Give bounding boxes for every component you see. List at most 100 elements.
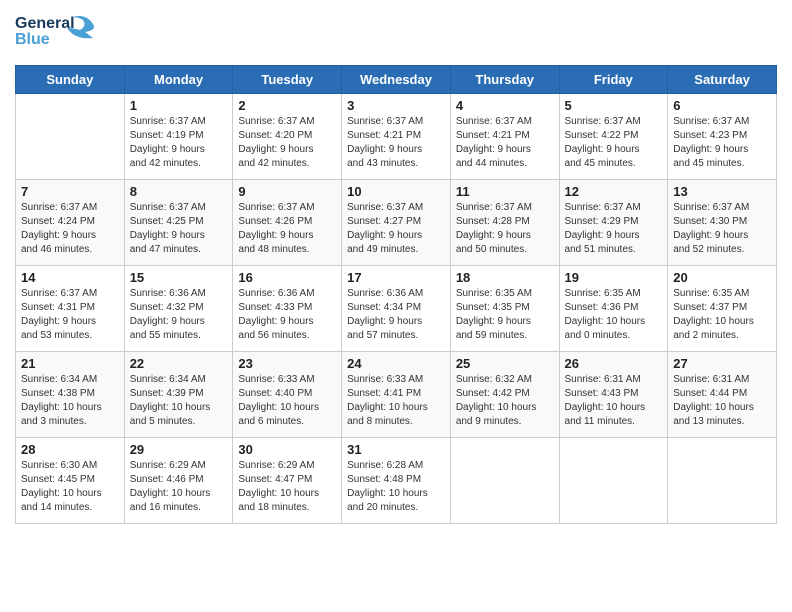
calendar-cell: 17 Sunrise: 6:36 AMSunset: 4:34 PMDayligh… (342, 266, 451, 352)
calendar-cell: 22 Sunrise: 6:34 AMSunset: 4:39 PMDayligh… (124, 352, 233, 438)
day-number: 11 (456, 184, 554, 199)
day-info: Sunrise: 6:35 AMSunset: 4:37 PMDaylight:… (673, 287, 771, 343)
calendar-cell: 16Sunrise: 6:36 AMSunset: 4:33 PMDayligh… (233, 266, 342, 352)
day-number: 17 (347, 270, 445, 285)
calendar-cell: 14Sunrise: 6:37 AMSunset: 4:31 PMDayligh… (16, 266, 125, 352)
calendar-header-saturday: Saturday (668, 66, 777, 94)
day-info: Sunrise: 6:37 AMSunset: 4:30 PMDaylight:… (673, 201, 771, 257)
day-number: 27 (673, 356, 771, 371)
calendar-header-friday: Friday (559, 66, 668, 94)
calendar-cell (668, 438, 777, 524)
calendar-week-3: 21 Sunrise: 6:34 AMSunset: 4:38 PMDayligh… (16, 352, 777, 438)
calendar-cell (450, 438, 559, 524)
day-info: Sunrise: 6:36 AMSunset: 4:34 PMDaylight:… (347, 287, 445, 343)
day-number: 7 (21, 184, 119, 199)
day-number: 26 (565, 356, 663, 371)
day-number: 10 (347, 184, 445, 199)
calendar-week-1: 7 Sunrise: 6:37 AMSunset: 4:24 PMDaylight… (16, 180, 777, 266)
svg-text:General: General (15, 15, 75, 32)
day-number: 15 (130, 270, 228, 285)
calendar-cell: 25Sunrise: 6:32 AMSunset: 4:42 PMDayligh… (450, 352, 559, 438)
day-number: 28 (21, 442, 119, 457)
calendar-header-monday: Monday (124, 66, 233, 94)
day-number: 5 (565, 98, 663, 113)
calendar-week-4: 28 Sunrise: 6:30 AMSunset: 4:45 PMDayligh… (16, 438, 777, 524)
calendar-cell: 6Sunrise: 6:37 AMSunset: 4:23 PMDaylight… (668, 94, 777, 180)
calendar-cell: 5 Sunrise: 6:37 AMSunset: 4:22 PMDaylight… (559, 94, 668, 180)
day-number: 12 (565, 184, 663, 199)
day-number: 2 (238, 98, 336, 113)
calendar-cell: 29Sunrise: 6:29 AMSunset: 4:46 PMDayligh… (124, 438, 233, 524)
day-info: Sunrise: 6:28 AMSunset: 4:48 PMDaylight:… (347, 459, 445, 515)
day-number: 3 (347, 98, 445, 113)
calendar-week-2: 14Sunrise: 6:37 AMSunset: 4:31 PMDayligh… (16, 266, 777, 352)
day-info: Sunrise: 6:35 AMSunset: 4:35 PMDaylight:… (456, 287, 554, 343)
day-info: Sunrise: 6:36 AMSunset: 4:33 PMDaylight:… (238, 287, 336, 343)
day-info: Sunrise: 6:33 AMSunset: 4:40 PMDaylight:… (238, 373, 336, 429)
calendar-header-wednesday: Wednesday (342, 66, 451, 94)
calendar-cell: 2 Sunrise: 6:37 AMSunset: 4:20 PMDaylight… (233, 94, 342, 180)
calendar-cell: 9 Sunrise: 6:37 AMSunset: 4:26 PMDaylight… (233, 180, 342, 266)
day-number: 21 (21, 356, 119, 371)
calendar-cell: 28 Sunrise: 6:30 AMSunset: 4:45 PMDayligh… (16, 438, 125, 524)
day-info: Sunrise: 6:37 AMSunset: 4:26 PMDaylight:… (238, 201, 336, 257)
calendar-header-tuesday: Tuesday (233, 66, 342, 94)
day-info: Sunrise: 6:37 AMSunset: 4:27 PMDaylight:… (347, 201, 445, 257)
calendar-cell: 19Sunrise: 6:35 AMSunset: 4:36 PMDayligh… (559, 266, 668, 352)
calendar-cell: 27 Sunrise: 6:31 AMSunset: 4:44 PMDayligh… (668, 352, 777, 438)
day-number: 14 (21, 270, 119, 285)
day-info: Sunrise: 6:34 AMSunset: 4:39 PMDaylight:… (130, 373, 228, 429)
calendar-cell (16, 94, 125, 180)
calendar-table: SundayMondayTuesdayWednesdayThursdayFrid… (15, 65, 777, 524)
day-info: Sunrise: 6:30 AMSunset: 4:45 PMDaylight:… (21, 459, 119, 515)
calendar-cell: 26 Sunrise: 6:31 AMSunset: 4:43 PMDayligh… (559, 352, 668, 438)
day-number: 24 (347, 356, 445, 371)
calendar-cell: 21 Sunrise: 6:34 AMSunset: 4:38 PMDayligh… (16, 352, 125, 438)
calendar-cell: 3 Sunrise: 6:37 AMSunset: 4:21 PMDaylight… (342, 94, 451, 180)
calendar-header-thursday: Thursday (450, 66, 559, 94)
page: General Blue SundayMondayTuesdayWednesda… (0, 0, 792, 612)
day-number: 22 (130, 356, 228, 371)
day-number: 6 (673, 98, 771, 113)
calendar-cell: 12 Sunrise: 6:37 AMSunset: 4:29 PMDayligh… (559, 180, 668, 266)
day-info: Sunrise: 6:36 AMSunset: 4:32 PMDaylight:… (130, 287, 228, 343)
calendar-cell: 13Sunrise: 6:37 AMSunset: 4:30 PMDayligh… (668, 180, 777, 266)
day-info: Sunrise: 6:37 AMSunset: 4:20 PMDaylight:… (238, 115, 336, 171)
day-info: Sunrise: 6:37 AMSunset: 4:24 PMDaylight:… (21, 201, 119, 257)
calendar-cell: 30Sunrise: 6:29 AMSunset: 4:47 PMDayligh… (233, 438, 342, 524)
calendar-cell: 24 Sunrise: 6:33 AMSunset: 4:41 PMDayligh… (342, 352, 451, 438)
day-number: 8 (130, 184, 228, 199)
logo: General Blue (15, 10, 105, 57)
day-info: Sunrise: 6:37 AMSunset: 4:22 PMDaylight:… (565, 115, 663, 171)
day-number: 23 (238, 356, 336, 371)
day-info: Sunrise: 6:34 AMSunset: 4:38 PMDaylight:… (21, 373, 119, 429)
calendar-header-sunday: Sunday (16, 66, 125, 94)
day-number: 18 (456, 270, 554, 285)
day-info: Sunrise: 6:29 AMSunset: 4:47 PMDaylight:… (238, 459, 336, 515)
day-number: 20 (673, 270, 771, 285)
calendar-cell: 23 Sunrise: 6:33 AMSunset: 4:40 PMDayligh… (233, 352, 342, 438)
calendar-cell: 18 Sunrise: 6:35 AMSunset: 4:35 PMDayligh… (450, 266, 559, 352)
calendar-cell: 31Sunrise: 6:28 AMSunset: 4:48 PMDayligh… (342, 438, 451, 524)
day-info: Sunrise: 6:37 AMSunset: 4:29 PMDaylight:… (565, 201, 663, 257)
day-info: Sunrise: 6:31 AMSunset: 4:43 PMDaylight:… (565, 373, 663, 429)
calendar-cell: 4Sunrise: 6:37 AMSunset: 4:21 PMDaylight… (450, 94, 559, 180)
calendar-cell: 7 Sunrise: 6:37 AMSunset: 4:24 PMDaylight… (16, 180, 125, 266)
calendar-cell: 10 Sunrise: 6:37 AMSunset: 4:27 PMDayligh… (342, 180, 451, 266)
day-number: 29 (130, 442, 228, 457)
day-info: Sunrise: 6:33 AMSunset: 4:41 PMDaylight:… (347, 373, 445, 429)
day-info: Sunrise: 6:37 AMSunset: 4:21 PMDaylight:… (347, 115, 445, 171)
day-info: Sunrise: 6:37 AMSunset: 4:21 PMDaylight:… (456, 115, 554, 171)
calendar-week-0: 1 Sunrise: 6:37 AMSunset: 4:19 PMDaylight… (16, 94, 777, 180)
day-info: Sunrise: 6:37 AMSunset: 4:19 PMDaylight:… (130, 115, 228, 171)
day-info: Sunrise: 6:37 AMSunset: 4:25 PMDaylight:… (130, 201, 228, 257)
calendar-cell (559, 438, 668, 524)
logo-icon: General Blue (15, 10, 105, 52)
day-number: 25 (456, 356, 554, 371)
day-number: 1 (130, 98, 228, 113)
calendar-cell: 1 Sunrise: 6:37 AMSunset: 4:19 PMDaylight… (124, 94, 233, 180)
day-number: 9 (238, 184, 336, 199)
day-info: Sunrise: 6:31 AMSunset: 4:44 PMDaylight:… (673, 373, 771, 429)
day-info: Sunrise: 6:35 AMSunset: 4:36 PMDaylight:… (565, 287, 663, 343)
svg-text:Blue: Blue (15, 31, 50, 48)
